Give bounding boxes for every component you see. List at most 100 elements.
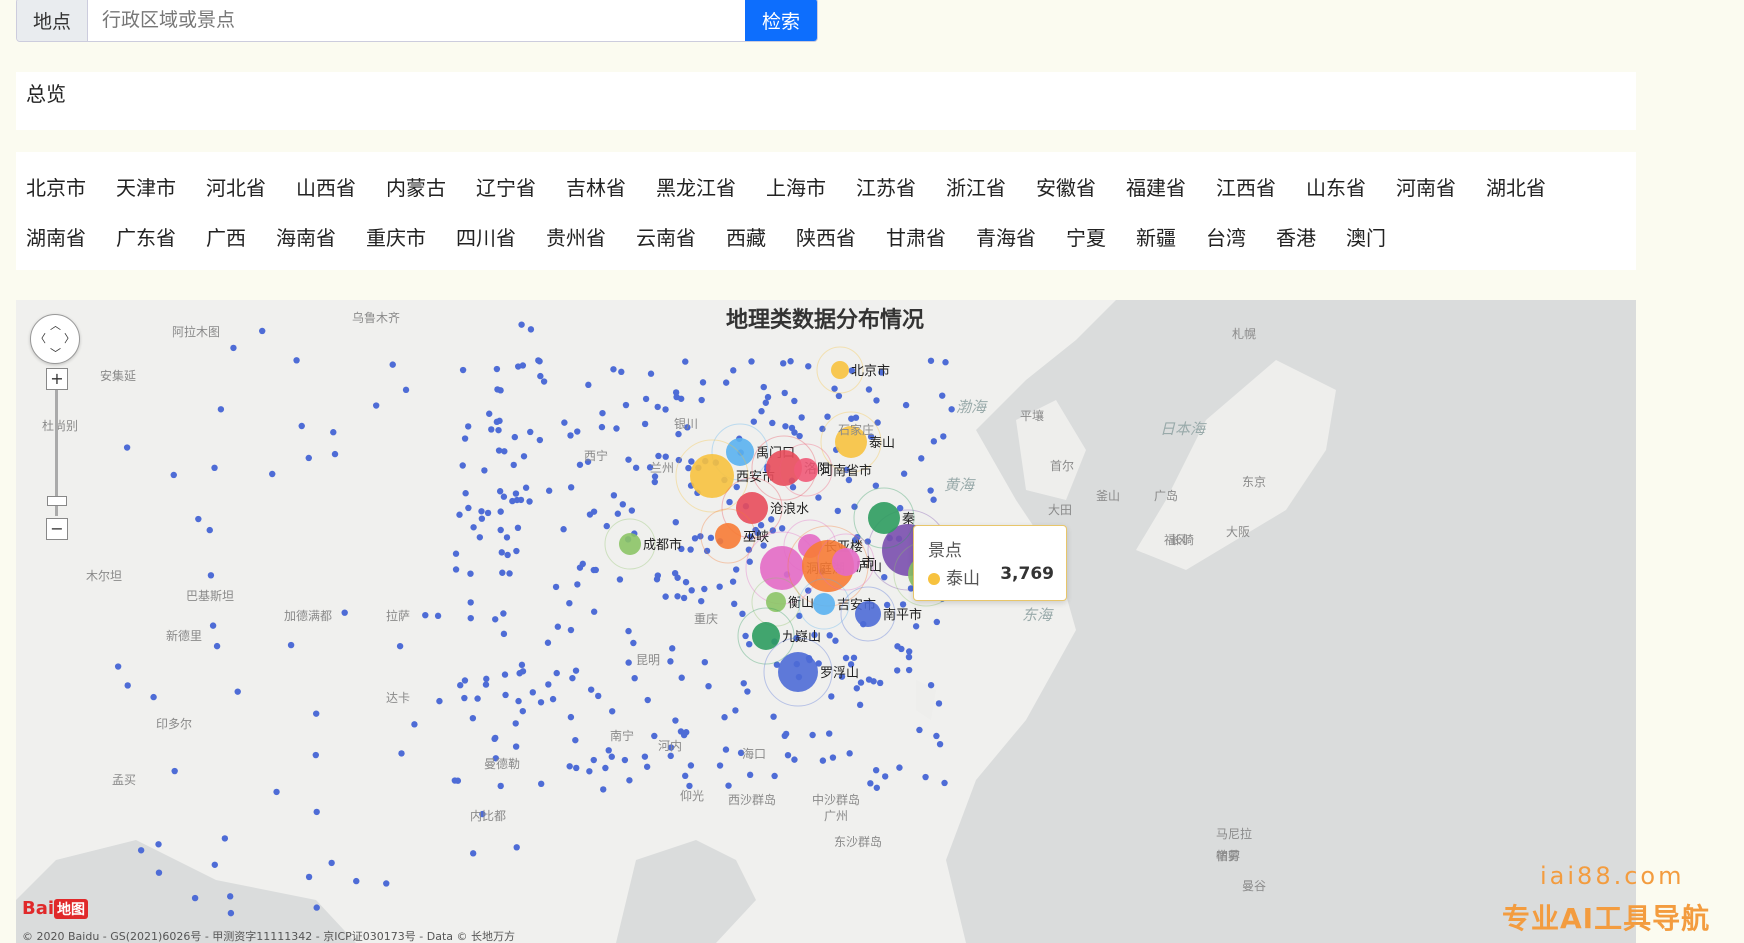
pan-left-icon[interactable]: 〈 xyxy=(35,330,46,346)
search-button[interactable]: 检索 xyxy=(745,0,817,41)
province-link[interactable]: 河北省 xyxy=(206,172,266,201)
province-link[interactable]: 江苏省 xyxy=(856,172,916,201)
pan-control[interactable]: ︿ ﹀ 〈 〉 xyxy=(30,314,80,364)
zoom-out-button[interactable]: − xyxy=(46,518,68,540)
map-point xyxy=(778,525,786,532)
map-point xyxy=(512,720,519,727)
search-input[interactable] xyxy=(88,0,745,41)
province-link[interactable]: 天津市 xyxy=(116,172,176,201)
province-link[interactable]: 香港 xyxy=(1276,222,1316,251)
province-link[interactable]: 黑龙江省 xyxy=(656,172,736,201)
map-point xyxy=(683,729,690,736)
province-link[interactable]: 北京市 xyxy=(26,172,86,201)
map-point xyxy=(207,572,215,579)
province-link[interactable]: 安徽省 xyxy=(1036,172,1096,201)
province-link[interactable]: 内蒙古 xyxy=(386,172,446,201)
map-point xyxy=(549,695,557,703)
place-label: 银川 xyxy=(674,417,698,431)
map-point xyxy=(312,710,320,717)
map-point xyxy=(499,569,506,576)
province-link[interactable]: 新疆 xyxy=(1136,222,1176,251)
map-point xyxy=(492,616,499,623)
place-label: 帕劳 xyxy=(1216,848,1240,863)
map-point xyxy=(452,566,460,573)
map-point xyxy=(602,764,609,772)
map-point xyxy=(762,399,769,406)
province-link[interactable]: 湖南省 xyxy=(26,222,86,251)
map-point xyxy=(899,601,907,608)
province-link[interactable]: 江西省 xyxy=(1216,172,1276,201)
province-link[interactable]: 云南省 xyxy=(636,222,696,251)
province-link[interactable]: 甘肃省 xyxy=(886,222,946,251)
province-link[interactable]: 贵州省 xyxy=(546,222,606,251)
province-link[interactable]: 吉林省 xyxy=(566,172,626,201)
map-point xyxy=(781,389,788,397)
map-point xyxy=(654,403,661,411)
map-point xyxy=(667,658,674,665)
map-point xyxy=(273,788,280,796)
province-link[interactable]: 陕西省 xyxy=(796,222,856,251)
overview-link[interactable]: 总览 xyxy=(26,78,66,107)
map-point xyxy=(469,850,477,857)
province-link[interactable]: 浙江省 xyxy=(946,172,1006,201)
zoom-slider-handle[interactable] xyxy=(47,496,67,506)
map-point xyxy=(687,546,694,553)
province-link[interactable]: 辽宁省 xyxy=(476,172,536,201)
map-canvas[interactable]: 北京市泰山禹门口西安市洛阳河南省市沧浪水巫峡成都市长亚楼洞庭湖庐山浙西湖天台山秦… xyxy=(16,300,1636,943)
province-link[interactable]: 宁夏 xyxy=(1066,222,1106,251)
map-point xyxy=(824,413,831,420)
map-point xyxy=(540,378,548,385)
province-link[interactable]: 海南省 xyxy=(276,222,336,251)
map-point xyxy=(608,753,615,760)
place-label: 札幌 xyxy=(1232,326,1256,341)
map-title: 地理类数据分布情况 xyxy=(726,308,925,333)
map-point xyxy=(894,643,901,650)
map-point xyxy=(626,777,633,784)
map-point xyxy=(842,654,850,662)
province-link[interactable]: 四川省 xyxy=(456,222,516,251)
map-point xyxy=(750,418,758,425)
map-point xyxy=(930,438,938,445)
pan-right-icon[interactable]: 〉 xyxy=(64,330,75,346)
map-point xyxy=(519,668,527,675)
map-point xyxy=(287,641,295,649)
map-point xyxy=(567,626,575,634)
map-point xyxy=(493,365,501,373)
zoom-in-button[interactable]: + xyxy=(46,368,68,390)
province-link[interactable]: 湖北省 xyxy=(1486,172,1546,201)
province-link[interactable]: 河南省 xyxy=(1396,172,1456,201)
city-label: 河南省市 xyxy=(820,463,872,479)
place-label: 东沙群岛 xyxy=(834,834,882,849)
province-link[interactable]: 山西省 xyxy=(296,172,356,201)
map-point xyxy=(630,639,637,647)
province-link[interactable]: 青海省 xyxy=(976,222,1036,251)
map-point xyxy=(209,622,217,629)
place-label: 首尔 xyxy=(1050,458,1074,473)
map-point xyxy=(933,618,941,626)
province-link[interactable]: 重庆市 xyxy=(366,222,426,251)
province-link[interactable]: 上海市 xyxy=(766,172,826,201)
place-label: 广州 xyxy=(824,809,848,823)
map-point xyxy=(313,808,320,816)
map-point xyxy=(682,772,689,780)
map-panel[interactable]: 北京市泰山禹门口西安市洛阳河南省市沧浪水巫峡成都市长亚楼洞庭湖庐山浙西湖天台山秦… xyxy=(16,300,1636,943)
bubble-point xyxy=(868,502,900,534)
province-link[interactable]: 广西 xyxy=(206,222,246,251)
province-link[interactable]: 山东省 xyxy=(1306,172,1366,201)
province-link[interactable]: 澳门 xyxy=(1346,222,1386,251)
place-label: 兰州 xyxy=(650,461,674,475)
city-label: 北京市 xyxy=(851,363,890,379)
province-link[interactable]: 福建省 xyxy=(1126,172,1186,201)
map-point xyxy=(506,570,513,577)
province-link[interactable]: 西藏 xyxy=(726,222,766,251)
place-label: 曼德勒 xyxy=(484,756,520,771)
pan-up-icon[interactable]: ︿ xyxy=(50,317,61,333)
map-point xyxy=(561,419,568,426)
province-link[interactable]: 台湾 xyxy=(1206,222,1246,251)
map-point xyxy=(170,471,177,479)
place-label: 南宁 xyxy=(610,728,634,743)
pan-down-icon[interactable]: ﹀ xyxy=(50,345,61,361)
map-point xyxy=(740,680,747,687)
province-link[interactable]: 广东省 xyxy=(116,222,176,251)
map-point xyxy=(511,433,519,441)
